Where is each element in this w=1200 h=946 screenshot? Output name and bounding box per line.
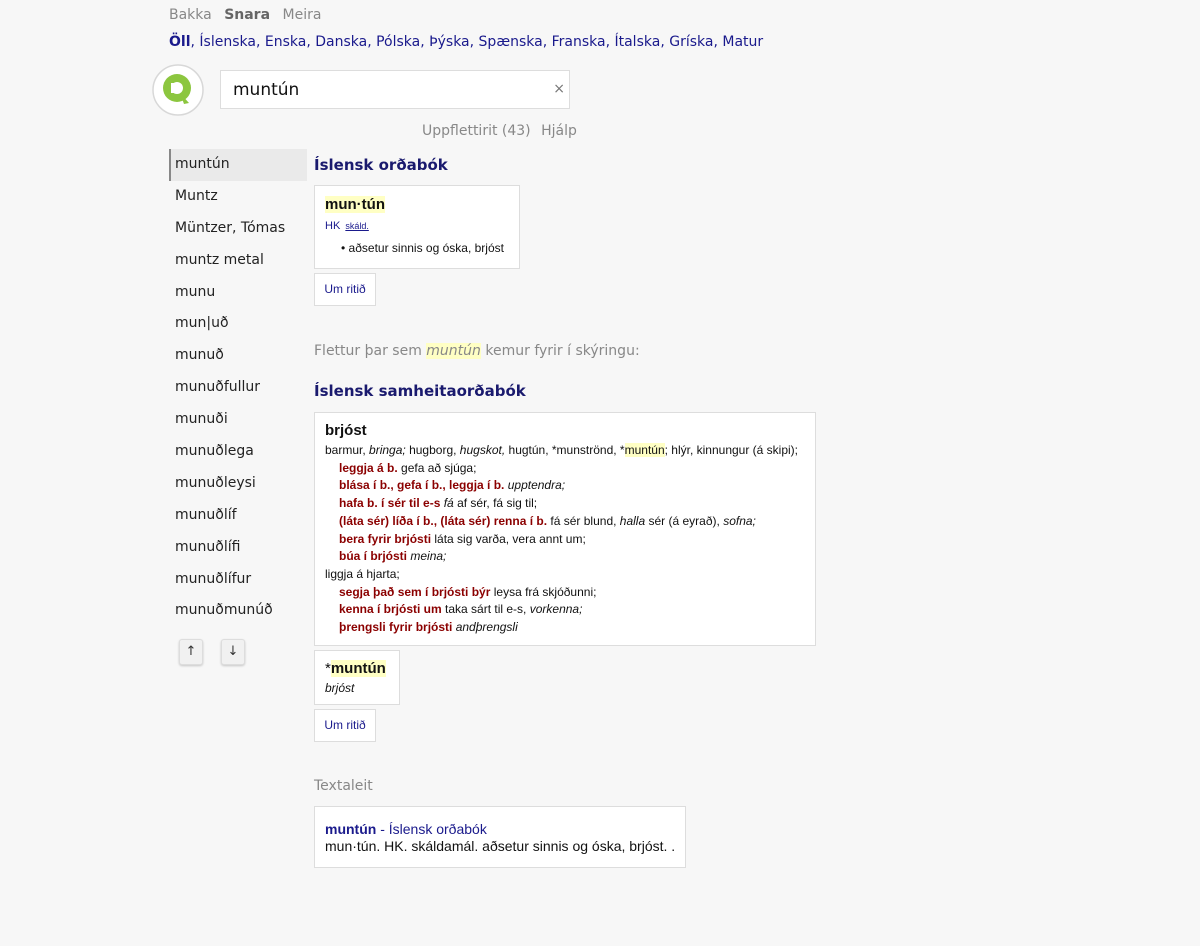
list-item[interactable]: muntz metal: [169, 245, 307, 277]
list-item[interactable]: munuð: [169, 340, 307, 372]
usage-label[interactable]: skáld.: [345, 221, 369, 231]
lang-danish[interactable]: Danska: [315, 34, 367, 50]
lang-german[interactable]: Þýska: [429, 34, 470, 50]
synonym-entry-card: *muntún brjóst: [314, 650, 400, 705]
headword: mun·tún: [325, 196, 385, 213]
lang-english[interactable]: Enska: [265, 34, 306, 50]
list-item[interactable]: munuðmunúð: [169, 595, 307, 627]
lang-french[interactable]: Franska: [552, 34, 606, 50]
lang-greek[interactable]: Gríska: [669, 34, 713, 50]
search-input[interactable]: [221, 71, 541, 108]
list-item[interactable]: munuðlega: [169, 436, 307, 468]
section-title-samheitaordabok: Íslensk samheitaorðabók: [314, 382, 526, 400]
synonym-body: barmur, bringa; hugborg, hugskot, hugtún…: [325, 443, 799, 635]
help-link[interactable]: Hjálp: [541, 123, 577, 139]
synonym-entry-word: muntún: [330, 660, 386, 677]
gram-label: HK: [325, 220, 341, 232]
arrow-down-icon[interactable]: ↓: [221, 639, 245, 665]
list-item[interactable]: munuðleysi: [169, 468, 307, 500]
bullet-icon: •: [341, 241, 346, 255]
snara-logo-icon[interactable]: [151, 63, 205, 117]
list-item[interactable]: Muntz: [169, 181, 307, 213]
section-title-islensk-ordabok: Íslensk orðabók: [314, 156, 448, 174]
list-item[interactable]: mun|uð: [169, 308, 307, 340]
flettur-label: Flettur þar sem muntún kemur fyrir í ský…: [314, 343, 640, 359]
lang-food[interactable]: Matur: [722, 34, 763, 50]
text-search-result[interactable]: muntún - Íslensk orðabók mun·tún. HK. sk…: [314, 806, 686, 868]
synonym-entry-syn: brjóst: [325, 681, 355, 695]
lang-icelandic[interactable]: Íslenska: [199, 34, 256, 50]
lang-spanish[interactable]: Spænska: [479, 34, 543, 50]
sub-links: Uppflettirit (43) Hjálp: [422, 123, 583, 139]
result-snippet: mun·tún. HK. skáldamál. aðsetur sinnis o…: [325, 838, 676, 854]
lang-polish[interactable]: Pólska: [376, 34, 420, 50]
clear-icon[interactable]: ×: [553, 81, 565, 97]
lang-italian[interactable]: Ítalska: [614, 34, 660, 50]
top-nav: Bakka Snara Meira: [169, 7, 329, 23]
about-button[interactable]: Um ritið: [314, 273, 376, 306]
back-link[interactable]: Bakka: [169, 7, 212, 23]
entry-card: mun·tún HK skáld. • aðsetur sinnis og ós…: [314, 185, 520, 269]
lang-all[interactable]: Öll: [169, 34, 191, 50]
search-box: ×: [220, 70, 570, 109]
flettur-word: muntún: [426, 343, 481, 359]
list-item[interactable]: munuðlífi: [169, 532, 307, 564]
uppflettirit-link[interactable]: Uppflettirit (43): [422, 123, 531, 139]
synonym-headword: brjóst: [325, 422, 367, 439]
definition: aðsetur sinnis og óska, brjóst: [348, 241, 504, 255]
list-item[interactable]: munuðfullur: [169, 372, 307, 404]
list-item[interactable]: munu: [169, 277, 307, 309]
list-item[interactable]: Müntzer, Tómas: [169, 213, 307, 245]
word-list: muntún Muntz Müntzer, Tómas muntz metal …: [169, 149, 307, 627]
textaleit-label: Textaleit: [314, 778, 373, 794]
result-word[interactable]: muntún: [325, 821, 376, 837]
synonym-card: brjóst barmur, bringa; hugborg, hugskot,…: [314, 412, 816, 646]
list-item[interactable]: munuðlíf: [169, 500, 307, 532]
list-item[interactable]: munuðlífur: [169, 564, 307, 596]
snara-link[interactable]: Snara: [224, 7, 270, 23]
list-item[interactable]: muntún: [169, 149, 307, 181]
meira-link[interactable]: Meira: [283, 7, 322, 23]
language-filter: Öll, Íslenska, Enska, Danska, Pólska, Þý…: [169, 34, 764, 50]
arrow-up-icon[interactable]: ↑: [179, 639, 203, 665]
about-button[interactable]: Um ritið: [314, 709, 376, 742]
list-item[interactable]: munuði: [169, 404, 307, 436]
result-source[interactable]: - Íslensk orðabók: [380, 821, 487, 837]
